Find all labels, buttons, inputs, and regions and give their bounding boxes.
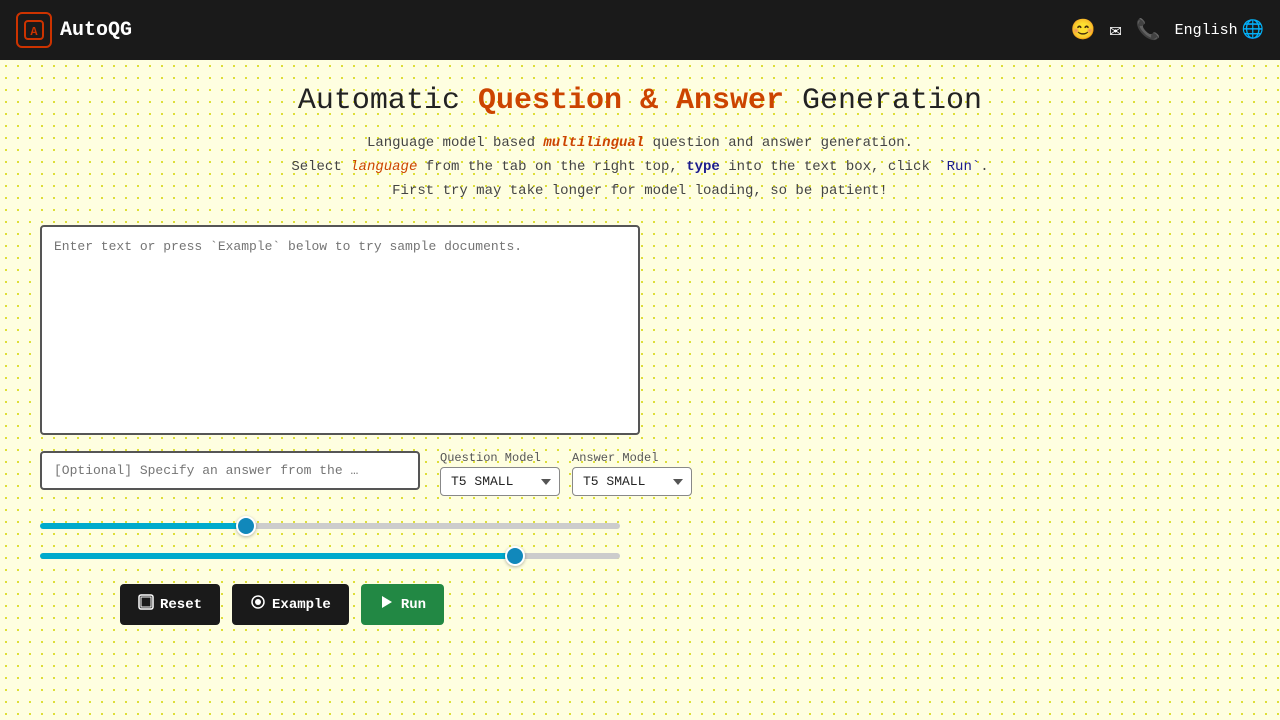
reset-icon (138, 594, 154, 615)
navbar-right: 😊 ✉ 📞 English 🌐 (1071, 17, 1264, 43)
slider-row-2 (40, 546, 620, 564)
answer-model-select[interactable]: T5 SMALL T5 BASE T5 LARGE (572, 467, 692, 496)
slider-1[interactable] (40, 523, 620, 529)
run-icon (379, 594, 395, 615)
reset-button[interactable]: Reset (120, 584, 220, 625)
slider-2[interactable] (40, 553, 620, 559)
example-label: Example (272, 597, 331, 613)
slider-row-1 (40, 516, 620, 534)
optional-answer-input[interactable] (54, 463, 406, 478)
language-selector[interactable]: English 🌐 (1175, 19, 1264, 41)
question-model-select[interactable]: T5 SMALL T5 BASE T5 LARGE (440, 467, 560, 496)
title-suffix: Generation (784, 84, 982, 118)
question-model-label: Question Model (440, 451, 560, 465)
reset-label: Reset (160, 597, 202, 613)
globe-icon: 🌐 (1242, 19, 1264, 41)
subtitle-block: Language model based multilingual questi… (40, 132, 1240, 203)
buttons-row: Reset Example Run (120, 584, 1240, 625)
subtitle-line1: Language model based multilingual questi… (40, 132, 1240, 156)
text-input-container (40, 225, 640, 435)
phone-icon[interactable]: 📞 (1136, 17, 1161, 43)
optional-input-wrapper (40, 451, 420, 490)
run-label: Run (401, 597, 426, 613)
main-content: Automatic Question & Answer Generation L… (0, 60, 1280, 665)
title-prefix: Automatic (298, 84, 478, 118)
mail-icon[interactable]: ✉ (1110, 17, 1122, 43)
app-name: AutoQG (60, 19, 132, 42)
example-button[interactable]: Example (232, 584, 349, 625)
controls-row: Question Model T5 SMALL T5 BASE T5 LARGE… (40, 451, 1240, 496)
title-highlight: Question & Answer (478, 84, 784, 118)
answer-model-group: Answer Model T5 SMALL T5 BASE T5 LARGE (572, 451, 692, 496)
question-model-group: Question Model T5 SMALL T5 BASE T5 LARGE (440, 451, 560, 496)
logo-icon: A (16, 12, 52, 48)
page-title: Automatic Question & Answer Generation (40, 84, 1240, 118)
subtitle-line2: Select language from the tab on the righ… (40, 156, 1240, 180)
navbar: A AutoQG 😊 ✉ 📞 English 🌐 (0, 0, 1280, 60)
answer-model-label: Answer Model (572, 451, 692, 465)
subtitle-line3: First try may take longer for model load… (40, 180, 1240, 204)
run-button[interactable]: Run (361, 584, 444, 625)
models-row: Question Model T5 SMALL T5 BASE T5 LARGE… (440, 451, 692, 496)
svg-text:A: A (30, 25, 38, 39)
face-icon[interactable]: 😊 (1071, 17, 1096, 43)
example-icon (250, 594, 266, 615)
sliders-section (40, 516, 620, 564)
app-logo[interactable]: A AutoQG (16, 12, 132, 48)
language-label: English (1175, 22, 1238, 39)
text-input[interactable] (54, 239, 626, 421)
